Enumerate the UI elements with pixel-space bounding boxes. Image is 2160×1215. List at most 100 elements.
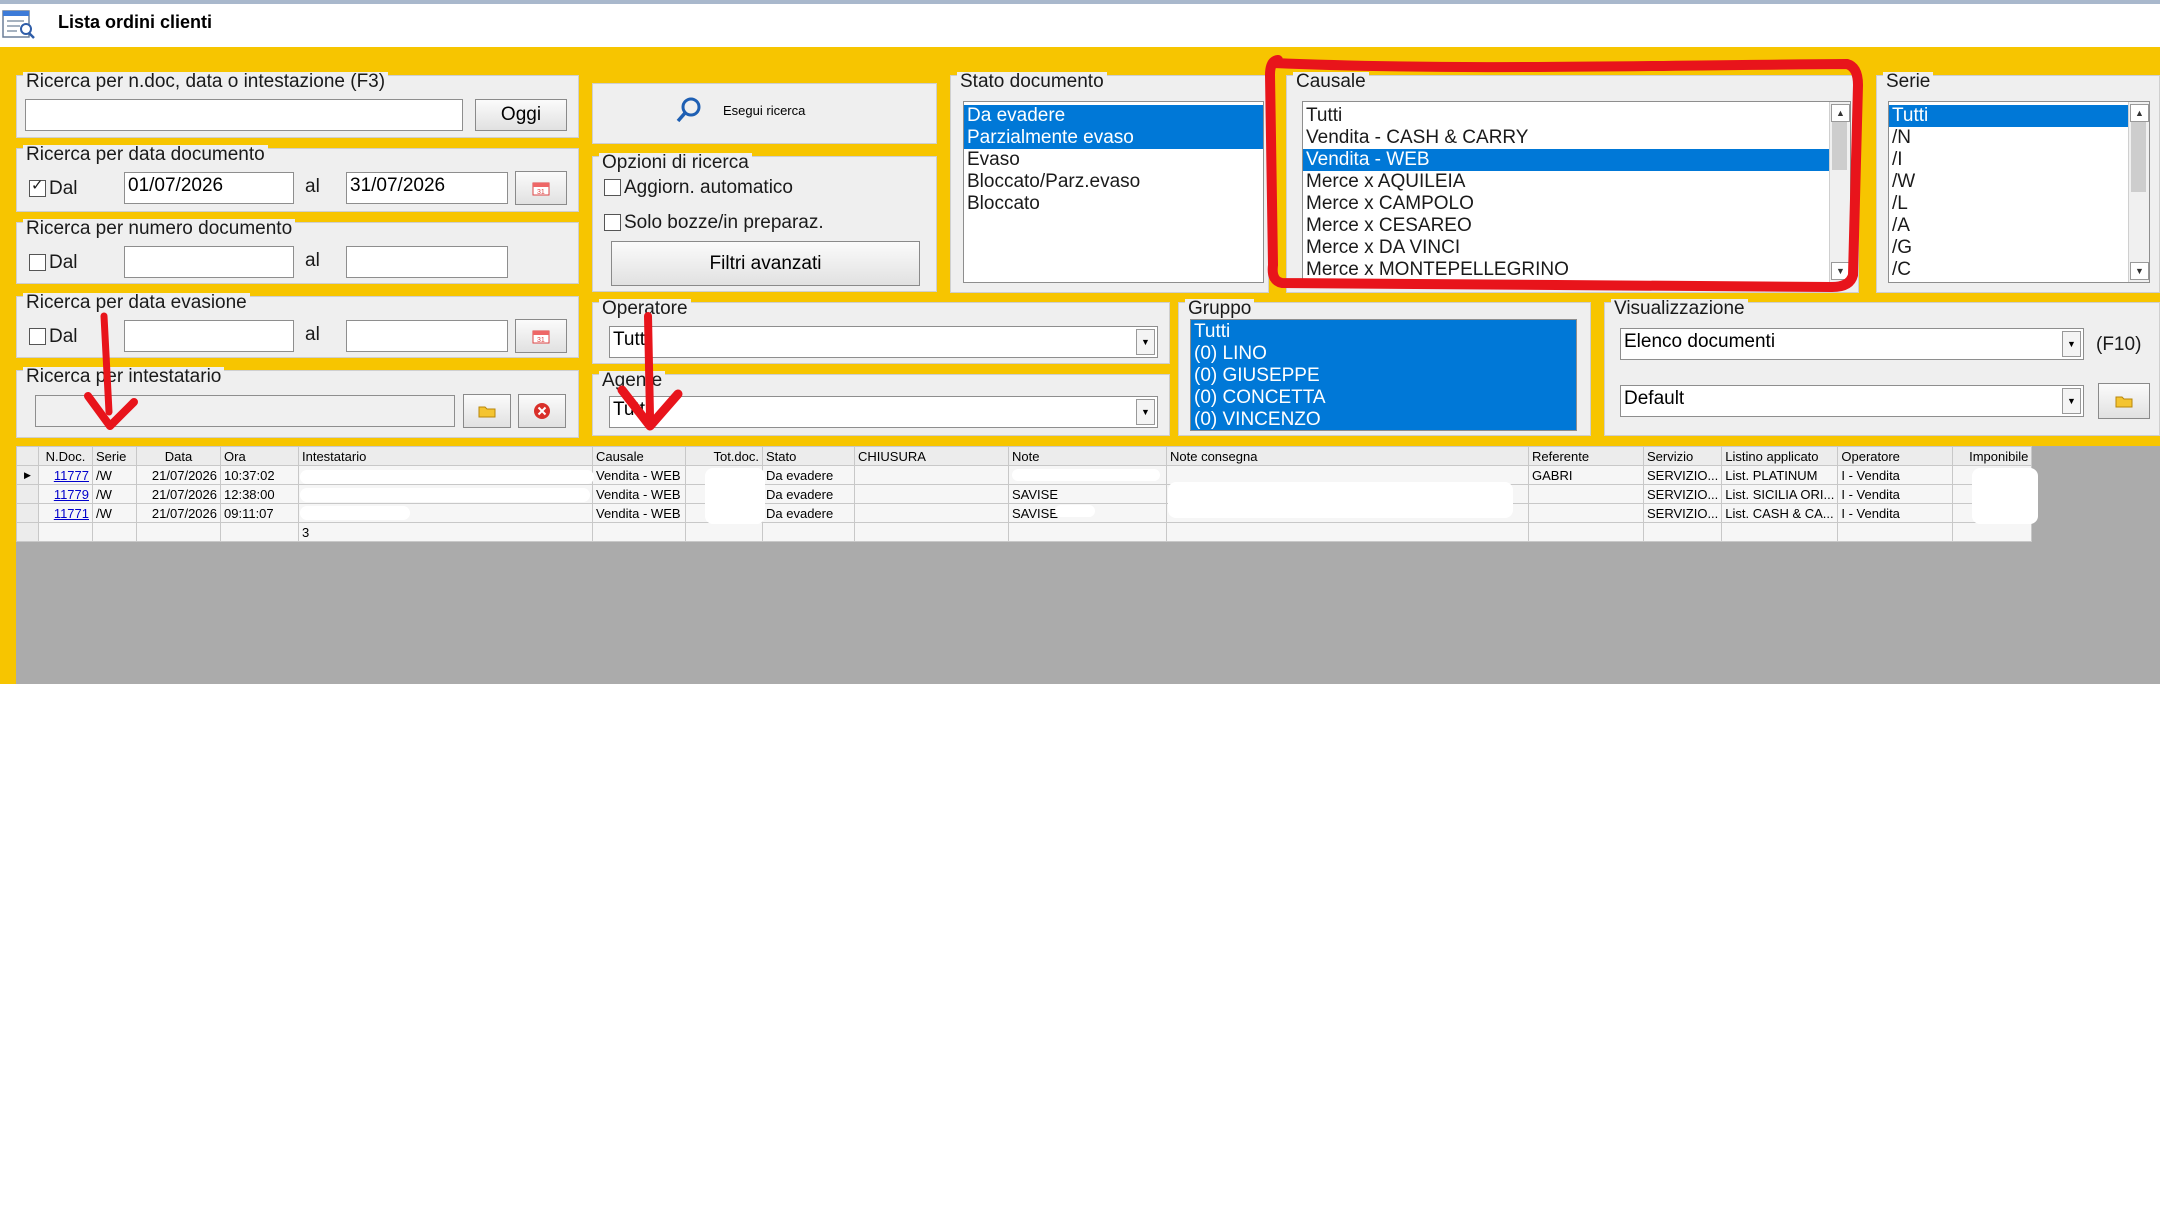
- col-header[interactable]: Stato: [762, 446, 855, 466]
- redaction-mark: [705, 468, 765, 524]
- run-search-button[interactable]: Esegui ricerca: [675, 96, 805, 124]
- gruppo-item[interactable]: (0) CONCETTA: [1191, 387, 1576, 409]
- eva-date-from-label: Dal: [49, 326, 78, 347]
- col-header[interactable]: Serie: [92, 446, 137, 466]
- group-search-options-label: Opzioni di ricerca: [599, 153, 752, 173]
- agent-select[interactable]: Tutti ▼: [609, 396, 1158, 428]
- advanced-filters-button[interactable]: Filtri avanzati: [611, 241, 920, 286]
- gruppo-item[interactable]: Tutti: [1191, 321, 1576, 343]
- auto-update-checkbox[interactable]: Aggiorn. automatico: [604, 177, 793, 199]
- drafts-only-checkbox[interactable]: Solo bozze/in preparaz.: [604, 212, 824, 234]
- serie-item[interactable]: /A: [1889, 215, 2129, 237]
- col-header[interactable]: Note: [1008, 446, 1167, 466]
- doc-date-from-checkbox[interactable]: Dal: [29, 176, 78, 200]
- group-view-label: Visualizzazione: [1611, 299, 1748, 319]
- cell-operatore: I - Vendita: [1837, 503, 1954, 523]
- annotation-arrow-down: [617, 312, 683, 431]
- group-doc-status-label: Stato documento: [957, 72, 1107, 92]
- doc-status-list[interactable]: Da evadere Parzialmente evaso Evaso Bloc…: [963, 101, 1264, 283]
- doc-status-item[interactable]: Evaso: [964, 149, 1263, 171]
- cell-stato: Da evadere: [762, 465, 855, 485]
- doc-number-link[interactable]: 11777: [54, 468, 89, 483]
- doc-status-item[interactable]: Bloccato: [964, 193, 1263, 215]
- layout-select[interactable]: Default ▼: [1620, 385, 2084, 417]
- col-header[interactable]: Intestatario: [298, 446, 593, 466]
- eva-date-from-checkbox[interactable]: Dal: [29, 326, 78, 348]
- view-select[interactable]: Elenco documenti ▼: [1620, 328, 2084, 360]
- chevron-down-icon[interactable]: ▼: [1136, 399, 1155, 425]
- cell-servizio: SERVIZIO...: [1642, 484, 1723, 504]
- layout-browse-button[interactable]: [2098, 383, 2150, 419]
- col-header[interactable]: Note consegna: [1166, 446, 1529, 466]
- col-header[interactable]: Listino applicato: [1721, 446, 1839, 466]
- doc-number-link[interactable]: 11779: [54, 487, 89, 502]
- serie-item[interactable]: /L: [1889, 193, 2129, 215]
- calendar-icon: 31: [532, 182, 550, 196]
- gruppo-item[interactable]: (0) GIUSEPPE: [1191, 365, 1576, 387]
- holder-browse-button[interactable]: [463, 394, 511, 428]
- col-header[interactable]: Imponibile: [1952, 446, 2033, 466]
- scroll-up-icon[interactable]: ▲: [2130, 104, 2149, 122]
- doc-number-link[interactable]: 11771: [54, 506, 89, 521]
- serie-item[interactable]: Tutti: [1889, 105, 2129, 127]
- doc-status-item[interactable]: Da evadere: [964, 105, 1263, 127]
- chevron-down-icon[interactable]: ▼: [1136, 329, 1155, 355]
- doc-status-item[interactable]: Bloccato/Parz.evaso: [964, 171, 1263, 193]
- scroll-thumb[interactable]: [2131, 122, 2146, 192]
- redaction-mark: [1055, 505, 1095, 517]
- redaction-mark: [300, 488, 590, 502]
- gruppo-list[interactable]: Tutti (0) LINO (0) GIUSEPPE (0) CONCETTA…: [1190, 319, 1577, 431]
- table-header-row: N.Doc. Serie Data Ora Intestatario Causa…: [16, 446, 2033, 466]
- window-top-border: [0, 0, 2160, 4]
- checkbox-icon: [604, 214, 621, 232]
- col-header[interactable]: Ora: [220, 446, 299, 466]
- today-button[interactable]: Oggi: [475, 99, 567, 131]
- eva-date-from-input[interactable]: [124, 320, 294, 352]
- serie-item[interactable]: /C: [1889, 259, 2129, 281]
- app-window-icon: [2, 8, 36, 40]
- serie-list[interactable]: Tutti /N /I /W /L /A /G /C ▲ ▼: [1888, 101, 2150, 283]
- serie-scrollbar[interactable]: ▲ ▼: [2128, 102, 2149, 282]
- col-header[interactable]: CHIUSURA: [854, 446, 1009, 466]
- doc-date-calendar-button[interactable]: 31: [515, 171, 567, 205]
- col-header[interactable]: Operatore: [1837, 446, 1954, 466]
- serie-item[interactable]: /G: [1889, 237, 2129, 259]
- serie-item[interactable]: /I: [1889, 149, 2129, 171]
- cell-note: SAVISE: [1008, 484, 1167, 504]
- eva-date-to-label: al: [305, 324, 320, 345]
- col-header[interactable]: Data: [136, 446, 221, 466]
- doc-number-from-checkbox[interactable]: Dal: [29, 252, 78, 274]
- col-header[interactable]: N.Doc.: [38, 446, 93, 466]
- svg-text:31: 31: [537, 337, 545, 344]
- eva-date-calendar-button[interactable]: 31: [515, 319, 567, 353]
- col-header[interactable]: Causale: [592, 446, 686, 466]
- doc-number-from-input[interactable]: [124, 246, 294, 278]
- serie-item[interactable]: /N: [1889, 127, 2129, 149]
- scroll-down-icon[interactable]: ▼: [2130, 262, 2149, 280]
- doc-date-to-input[interactable]: 31/07/2026: [346, 172, 508, 204]
- eva-date-to-input[interactable]: [346, 320, 508, 352]
- annotation-highlight-box: [1264, 55, 1864, 293]
- redaction-mark: [300, 470, 594, 484]
- col-header[interactable]: Tot.doc.: [685, 446, 763, 466]
- col-header[interactable]: Servizio: [1642, 446, 1723, 466]
- svg-text:31: 31: [537, 189, 545, 196]
- cell-stato: Da evadere: [762, 503, 855, 523]
- doc-number-to-input[interactable]: [346, 246, 508, 278]
- cell-chiusura: [854, 484, 1009, 504]
- gruppo-item[interactable]: (0) VINCENZO: [1191, 409, 1576, 430]
- holder-clear-button[interactable]: [518, 394, 566, 428]
- search-text-input[interactable]: [25, 99, 463, 131]
- doc-status-item[interactable]: Parzialmente evaso: [964, 127, 1263, 149]
- gruppo-item[interactable]: (0) LINO: [1191, 343, 1576, 365]
- doc-date-from-input[interactable]: 01/07/2026: [124, 172, 294, 204]
- col-header[interactable]: Referente: [1528, 446, 1644, 466]
- serie-item[interactable]: /W: [1889, 171, 2129, 193]
- cell-servizio: SERVIZIO...: [1642, 503, 1723, 523]
- chevron-down-icon[interactable]: ▼: [2062, 331, 2081, 357]
- operator-select[interactable]: Tutti ▼: [609, 326, 1158, 358]
- redaction-mark: [1168, 482, 1513, 518]
- cell-serie: /W: [92, 503, 137, 523]
- chevron-down-icon[interactable]: ▼: [2062, 388, 2081, 414]
- cell-data: 21/07/2026: [136, 503, 221, 523]
